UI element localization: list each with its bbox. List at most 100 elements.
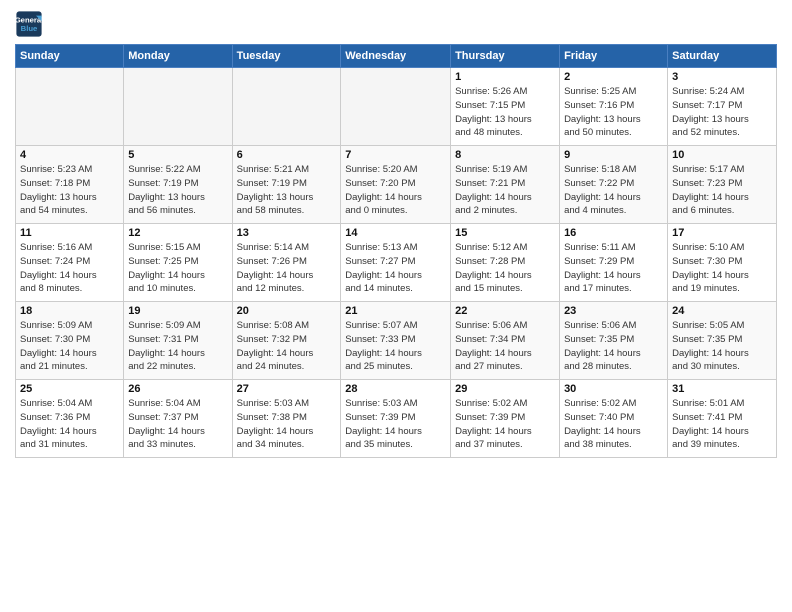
day-number: 17 xyxy=(672,227,772,239)
day-info: Sunrise: 5:19 AMSunset: 7:21 PMDaylight:… xyxy=(455,163,555,218)
day-number: 18 xyxy=(20,305,119,317)
day-info: Sunrise: 5:02 AMSunset: 7:39 PMDaylight:… xyxy=(455,397,555,452)
day-cell: 22Sunrise: 5:06 AMSunset: 7:34 PMDayligh… xyxy=(451,302,560,380)
day-info: Sunrise: 5:07 AMSunset: 7:33 PMDaylight:… xyxy=(345,319,446,374)
week-row-1: 1 Sunrise: 5:26 AMSunset: 7:15 PMDaylight… xyxy=(16,68,777,146)
col-header-sunday: Sunday xyxy=(16,45,124,68)
day-number: 5 xyxy=(128,149,227,161)
day-cell: 29 Sunrise: 5:02 AMSunset: 7:39 PMDayligh… xyxy=(451,380,560,458)
day-info: Sunrise: 5:23 AMSunset: 7:18 PMDaylight:… xyxy=(20,163,119,218)
day-cell: 24 Sunrise: 5:05 AMSunset: 7:35 PMDayligh… xyxy=(668,302,777,380)
day-cell: 31 Sunrise: 5:01 AMSunset: 7:41 PMDayligh… xyxy=(668,380,777,458)
day-cell xyxy=(124,68,232,146)
day-info: Sunrise: 5:03 AMSunset: 7:38 PMDaylight:… xyxy=(237,397,337,452)
day-cell xyxy=(341,68,451,146)
day-cell: 25 Sunrise: 5:04 AMSunset: 7:36 PMDayligh… xyxy=(16,380,124,458)
day-number: 23 xyxy=(564,305,663,317)
day-cell: 3Sunrise: 5:24 AMSunset: 7:17 PMDaylight… xyxy=(668,68,777,146)
day-number: 26 xyxy=(128,383,227,395)
day-info: Sunrise: 5:09 AMSunset: 7:31 PMDaylight:… xyxy=(128,319,227,374)
day-number: 31 xyxy=(672,383,772,395)
day-info: Sunrise: 5:09 AMSunset: 7:30 PMDaylight:… xyxy=(20,319,119,374)
day-cell: 26 Sunrise: 5:04 AMSunset: 7:37 PMDayligh… xyxy=(124,380,232,458)
day-info: Sunrise: 5:06 AMSunset: 7:34 PMDaylight:… xyxy=(455,319,555,374)
col-header-friday: Friday xyxy=(560,45,668,68)
header-row: SundayMondayTuesdayWednesdayThursdayFrid… xyxy=(16,45,777,68)
day-cell: 7Sunrise: 5:20 AMSunset: 7:20 PMDaylight… xyxy=(341,146,451,224)
day-cell: 11 Sunrise: 5:16 AMSunset: 7:24 PMDayligh… xyxy=(16,224,124,302)
day-info: Sunrise: 5:05 AMSunset: 7:35 PMDaylight:… xyxy=(672,319,772,374)
day-cell: 1 Sunrise: 5:26 AMSunset: 7:15 PMDaylight… xyxy=(451,68,560,146)
day-number: 28 xyxy=(345,383,446,395)
day-info: Sunrise: 5:12 AMSunset: 7:28 PMDaylight:… xyxy=(455,241,555,296)
col-header-thursday: Thursday xyxy=(451,45,560,68)
logo: General Blue xyxy=(15,10,47,38)
day-cell: 9 Sunrise: 5:18 AMSunset: 7:22 PMDaylight… xyxy=(560,146,668,224)
calendar-page: General Blue SundayMondayTuesdayWednesda… xyxy=(0,0,792,468)
day-cell: 30 Sunrise: 5:02 AMSunset: 7:40 PMDayligh… xyxy=(560,380,668,458)
day-cell: 20 Sunrise: 5:08 AMSunset: 7:32 PMDayligh… xyxy=(232,302,341,380)
day-number: 25 xyxy=(20,383,119,395)
day-number: 29 xyxy=(455,383,555,395)
day-info: Sunrise: 5:20 AMSunset: 7:20 PMDaylight:… xyxy=(345,163,446,218)
week-row-5: 25 Sunrise: 5:04 AMSunset: 7:36 PMDayligh… xyxy=(16,380,777,458)
day-info: Sunrise: 5:21 AMSunset: 7:19 PMDaylight:… xyxy=(237,163,337,218)
day-cell: 23 Sunrise: 5:06 AMSunset: 7:35 PMDayligh… xyxy=(560,302,668,380)
day-cell xyxy=(232,68,341,146)
day-number: 24 xyxy=(672,305,772,317)
day-number: 12 xyxy=(128,227,227,239)
day-cell: 12 Sunrise: 5:15 AMSunset: 7:25 PMDayligh… xyxy=(124,224,232,302)
day-info: Sunrise: 5:02 AMSunset: 7:40 PMDaylight:… xyxy=(564,397,663,452)
day-info: Sunrise: 5:16 AMSunset: 7:24 PMDaylight:… xyxy=(20,241,119,296)
day-info: Sunrise: 5:26 AMSunset: 7:15 PMDaylight:… xyxy=(455,85,555,140)
week-row-4: 18 Sunrise: 5:09 AMSunset: 7:30 PMDayligh… xyxy=(16,302,777,380)
day-cell: 6 Sunrise: 5:21 AMSunset: 7:19 PMDaylight… xyxy=(232,146,341,224)
day-info: Sunrise: 5:10 AMSunset: 7:30 PMDaylight:… xyxy=(672,241,772,296)
day-number: 15 xyxy=(455,227,555,239)
day-cell: 4Sunrise: 5:23 AMSunset: 7:18 PMDaylight… xyxy=(16,146,124,224)
day-number: 20 xyxy=(237,305,337,317)
day-info: Sunrise: 5:14 AMSunset: 7:26 PMDaylight:… xyxy=(237,241,337,296)
day-number: 9 xyxy=(564,149,663,161)
week-row-2: 4Sunrise: 5:23 AMSunset: 7:18 PMDaylight… xyxy=(16,146,777,224)
day-info: Sunrise: 5:15 AMSunset: 7:25 PMDaylight:… xyxy=(128,241,227,296)
day-number: 30 xyxy=(564,383,663,395)
day-cell: 21 Sunrise: 5:07 AMSunset: 7:33 PMDayligh… xyxy=(341,302,451,380)
day-cell: 27 Sunrise: 5:03 AMSunset: 7:38 PMDayligh… xyxy=(232,380,341,458)
day-info: Sunrise: 5:18 AMSunset: 7:22 PMDaylight:… xyxy=(564,163,663,218)
day-info: Sunrise: 5:04 AMSunset: 7:37 PMDaylight:… xyxy=(128,397,227,452)
day-info: Sunrise: 5:25 AMSunset: 7:16 PMDaylight:… xyxy=(564,85,663,140)
day-number: 19 xyxy=(128,305,227,317)
day-cell: 19 Sunrise: 5:09 AMSunset: 7:31 PMDayligh… xyxy=(124,302,232,380)
day-cell: 14 Sunrise: 5:13 AMSunset: 7:27 PMDayligh… xyxy=(341,224,451,302)
col-header-saturday: Saturday xyxy=(668,45,777,68)
day-info: Sunrise: 5:03 AMSunset: 7:39 PMDaylight:… xyxy=(345,397,446,452)
day-number: 2 xyxy=(564,71,663,83)
day-number: 14 xyxy=(345,227,446,239)
day-number: 16 xyxy=(564,227,663,239)
day-number: 10 xyxy=(672,149,772,161)
day-info: Sunrise: 5:04 AMSunset: 7:36 PMDaylight:… xyxy=(20,397,119,452)
day-number: 27 xyxy=(237,383,337,395)
day-number: 8 xyxy=(455,149,555,161)
day-cell: 15 Sunrise: 5:12 AMSunset: 7:28 PMDayligh… xyxy=(451,224,560,302)
day-info: Sunrise: 5:06 AMSunset: 7:35 PMDaylight:… xyxy=(564,319,663,374)
day-info: Sunrise: 5:13 AMSunset: 7:27 PMDaylight:… xyxy=(345,241,446,296)
day-cell: 2 Sunrise: 5:25 AMSunset: 7:16 PMDaylight… xyxy=(560,68,668,146)
day-number: 6 xyxy=(237,149,337,161)
day-info: Sunrise: 5:11 AMSunset: 7:29 PMDaylight:… xyxy=(564,241,663,296)
day-number: 11 xyxy=(20,227,119,239)
col-header-tuesday: Tuesday xyxy=(232,45,341,68)
day-info: Sunrise: 5:22 AMSunset: 7:19 PMDaylight:… xyxy=(128,163,227,218)
day-number: 21 xyxy=(345,305,446,317)
day-number: 13 xyxy=(237,227,337,239)
day-info: Sunrise: 5:01 AMSunset: 7:41 PMDaylight:… xyxy=(672,397,772,452)
day-info: Sunrise: 5:24 AMSunset: 7:17 PMDaylight:… xyxy=(672,85,772,140)
day-cell: 28 Sunrise: 5:03 AMSunset: 7:39 PMDayligh… xyxy=(341,380,451,458)
day-cell: 5 Sunrise: 5:22 AMSunset: 7:19 PMDaylight… xyxy=(124,146,232,224)
day-cell xyxy=(16,68,124,146)
day-cell: 8 Sunrise: 5:19 AMSunset: 7:21 PMDaylight… xyxy=(451,146,560,224)
day-info: Sunrise: 5:17 AMSunset: 7:23 PMDaylight:… xyxy=(672,163,772,218)
day-number: 1 xyxy=(455,71,555,83)
day-info: Sunrise: 5:08 AMSunset: 7:32 PMDaylight:… xyxy=(237,319,337,374)
